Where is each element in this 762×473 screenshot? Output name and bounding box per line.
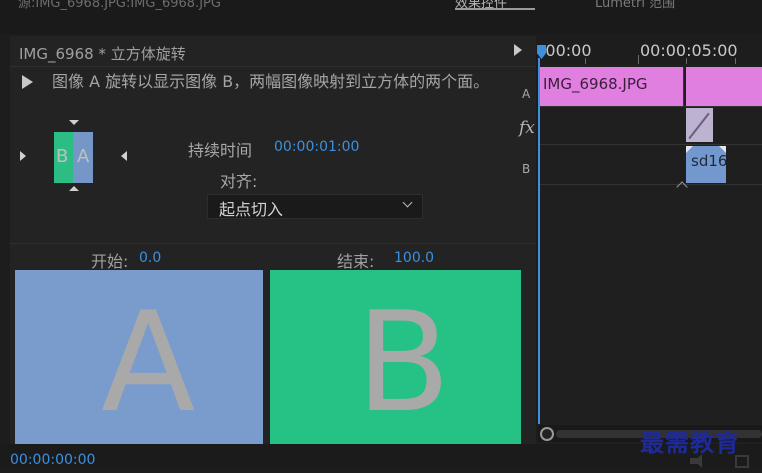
effect-description: 图像 A 旋转以显示图像 B，两幅图像映射到立方体的两个面。 [52, 72, 490, 91]
track-divider [538, 106, 762, 107]
start-label: 开始: [91, 252, 129, 271]
play-icon[interactable] [22, 75, 33, 89]
clip-corner-left-icon [686, 146, 693, 153]
tab-lumetri-scopes[interactable]: Lumetri 范围 [595, 0, 675, 11]
thumbnail-letter-a: A [77, 146, 90, 167]
ruler-tick [686, 58, 687, 64]
preview-letter-a: A [101, 282, 196, 443]
track-b-label: B [522, 162, 531, 176]
clip-img-6968-tail[interactable] [686, 67, 762, 106]
duration-label: 持续时间 [188, 141, 253, 160]
zoom-handle[interactable] [540, 427, 554, 441]
track-divider [538, 144, 762, 145]
edge-selector-top-icon[interactable] [69, 120, 79, 125]
duration-value[interactable]: 00:00:01:00 [274, 139, 359, 155]
start-value[interactable]: 0.0 [139, 250, 161, 266]
ruler-time-start: :00:00 [540, 41, 592, 60]
edge-selector-right-icon[interactable] [121, 151, 127, 161]
track-a-label: A [522, 87, 531, 101]
edge-selector-left-icon[interactable] [20, 151, 26, 161]
ruler-tick [585, 58, 586, 64]
ruler-tick [735, 58, 736, 64]
source-tab-label[interactable]: 源:IMG_6968.JPG:IMG_6968.JPG [18, 0, 221, 11]
clip-corner-right-icon [719, 146, 726, 153]
ruler-tick [638, 55, 639, 64]
panel-title: IMG_6968 * 立方体旋转 [19, 45, 186, 63]
preview-start-a[interactable]: A [15, 270, 263, 444]
playhead-line[interactable] [538, 58, 540, 424]
thumbnail-letter-b: B [56, 146, 69, 167]
divider [10, 243, 536, 244]
watermark-logo: 最需教育 [640, 428, 740, 457]
expand-arrow-icon[interactable] [514, 44, 522, 56]
clip-a-name: IMG_6968.JPG [543, 75, 648, 93]
active-tab-underline [455, 8, 535, 10]
divider [10, 66, 536, 67]
alignment-label: 对齐: [220, 172, 258, 191]
fx-icon: fx [519, 118, 535, 138]
edge-selector-bottom-icon[interactable] [69, 186, 79, 191]
alignment-select-value: 起点切入 [219, 200, 284, 219]
end-value[interactable]: 100.0 [394, 250, 434, 266]
ruler-time-mid: 00:00:05:00 [640, 41, 738, 60]
clip-b-name: sd16 [691, 152, 728, 170]
end-label: 结束: [337, 252, 375, 271]
current-timecode[interactable]: 00:00:00:00 [10, 452, 95, 468]
track-divider [538, 184, 762, 185]
preview-letter-b: B [356, 282, 451, 443]
preview-end-b[interactable]: B [270, 270, 521, 444]
